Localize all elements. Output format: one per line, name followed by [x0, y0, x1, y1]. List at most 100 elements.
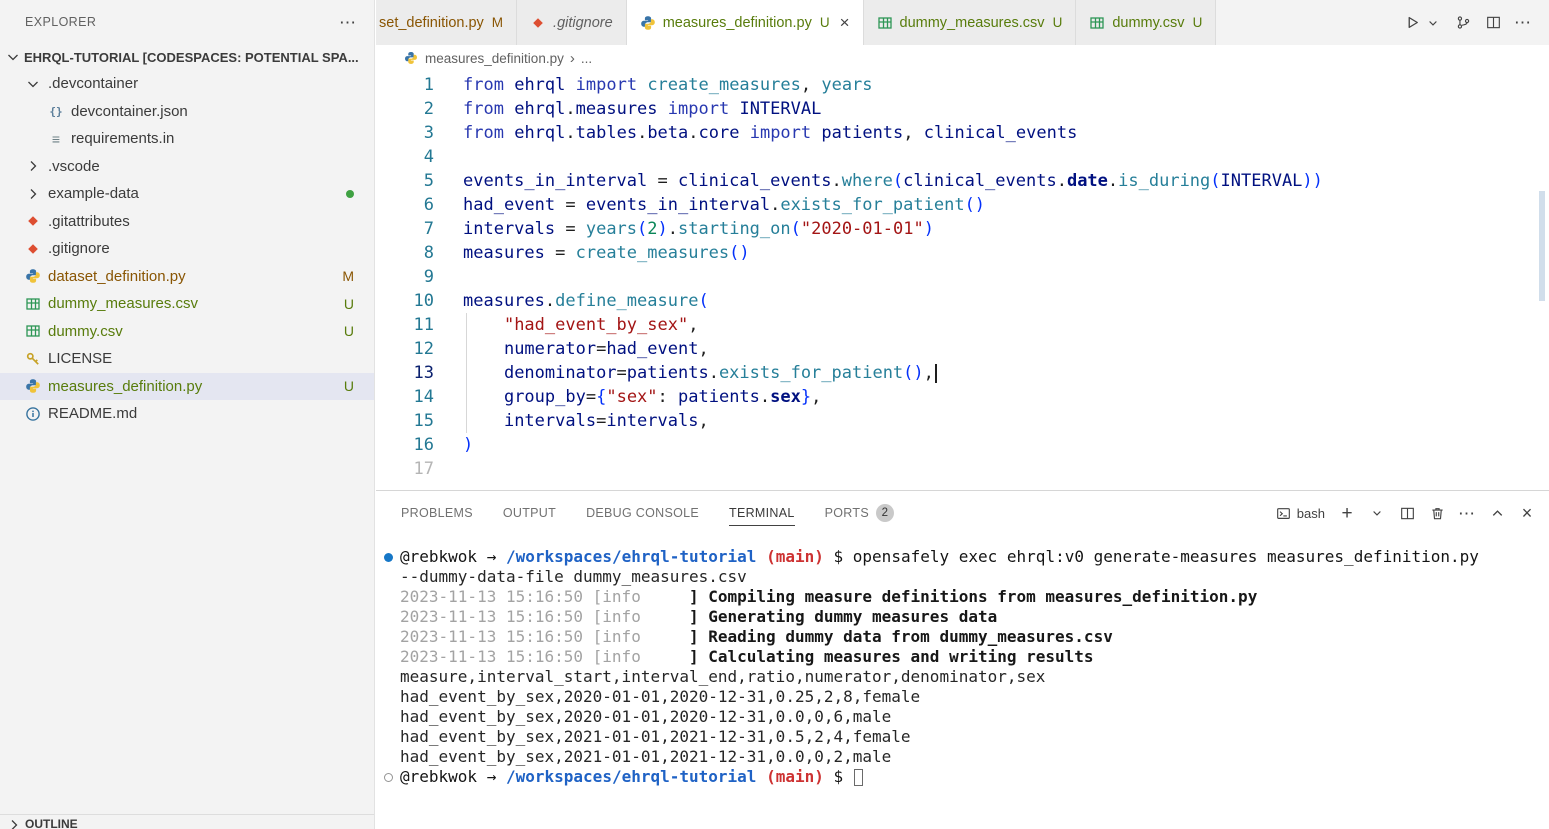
line-number: 11 — [376, 313, 434, 337]
breadcrumb[interactable]: measures_definition.py › ... — [376, 45, 1549, 71]
python-icon — [25, 378, 41, 394]
log-meta: 2023-11-13 15:16:50 [info — [400, 627, 689, 646]
tree-decorations: U — [344, 378, 354, 394]
code-token — [504, 99, 514, 119]
line-number: 2 — [376, 97, 434, 121]
explorer-more-actions-icon[interactable]: ⋯ — [340, 14, 356, 30]
tree-item-dummy-csv[interactable]: dummy.csvU — [0, 318, 374, 346]
code-line-1[interactable]: from ehrql import create_measures, years — [463, 73, 1529, 97]
editor-group: set_definition.pyM.gitignoremeasures_def… — [376, 0, 1549, 829]
split-terminal-button[interactable] — [1399, 505, 1415, 521]
maximize-panel-button[interactable] — [1489, 505, 1505, 521]
code-token: clinical_events — [903, 171, 1057, 191]
panel-tab-debug-console[interactable]: DEBUG CONSOLE — [586, 491, 699, 535]
tree-item-devcontainer-json[interactable]: {}devcontainer.json — [0, 98, 374, 126]
tab-set-definition-py[interactable]: set_definition.pyM — [376, 0, 517, 45]
code-token: "2020-01-01" — [801, 219, 924, 239]
more-actions-button[interactable]: ⋯ — [1515, 15, 1531, 31]
tab-measures-definition-py[interactable]: measures_definition.pyU× — [627, 0, 864, 45]
code-token: ehrql — [514, 99, 565, 119]
explorer-sidebar: EXPLORER ⋯ EHRQL-TUTORIAL [CODESPACES: P… — [0, 0, 375, 829]
breadcrumb-symbol[interactable]: ... — [581, 51, 592, 66]
prompt-arrow: → — [487, 547, 497, 566]
breadcrumb-file[interactable]: measures_definition.py — [425, 51, 564, 66]
tab-gitignore[interactable]: .gitignore — [517, 0, 627, 45]
terminal-text: 2023-11-13 15:16:50 [info ] Generating d… — [400, 607, 997, 627]
tree-item-gitattributes[interactable]: .gitattributes — [0, 208, 374, 236]
split-icon — [1399, 505, 1415, 521]
chevron-up-icon — [1489, 505, 1505, 521]
code-line-13[interactable]: denominator=patients.exists_for_patient(… — [463, 361, 1529, 385]
tree-item-requirements-in[interactable]: ≡requirements.in — [0, 125, 374, 153]
run-options-dropdown[interactable] — [1425, 15, 1441, 31]
code-line-15[interactable]: intervals=intervals, — [463, 409, 1529, 433]
code-token: { — [596, 387, 606, 407]
code-token: , — [698, 411, 708, 431]
panel-tab-ports[interactable]: PORTS2 — [825, 491, 894, 535]
table-icon — [25, 296, 41, 312]
code-line-5[interactable]: events_in_interval = clinical_events.whe… — [463, 169, 1529, 193]
panel-tab-problems[interactable]: PROBLEMS — [401, 491, 473, 535]
terminal-line: 2023-11-13 15:16:50 [info ] Compiling me… — [376, 587, 1549, 607]
tab-dummy-measures-csv[interactable]: dummy_measures.csvU — [864, 0, 1077, 45]
tab-dummy-csv[interactable]: dummy.csvU — [1076, 0, 1216, 45]
code-token: sex — [770, 387, 801, 407]
terminal-text: had_event_by_sex,2020-01-01,2020-12-31,0… — [400, 687, 920, 707]
new-terminal-button[interactable]: + — [1339, 505, 1355, 521]
project-section-header[interactable]: EHRQL-TUTORIAL [CODESPACES: POTENTIAL SP… — [0, 44, 374, 70]
tree-item-dummy-measures-csv[interactable]: dummy_measures.csvU — [0, 290, 374, 318]
project-name: EHRQL-TUTORIAL [CODESPACES: POTENTIAL SP… — [24, 50, 359, 65]
code-token: , — [924, 363, 934, 383]
code-token: . — [1108, 171, 1118, 191]
code-line-8[interactable]: measures = create_measures() — [463, 241, 1529, 265]
code-line-9[interactable] — [463, 265, 1529, 289]
code-line-2[interactable]: from ehrql.measures import INTERVAL — [463, 97, 1529, 121]
tree-item-license[interactable]: LICENSE — [0, 345, 374, 373]
open-changes-button[interactable] — [1455, 15, 1471, 31]
code-token — [729, 99, 739, 119]
code-line-6[interactable]: had_event = events_in_interval.exists_fo… — [463, 193, 1529, 217]
code-line-14[interactable]: group_by={"sex": patients.sex}, — [463, 385, 1529, 409]
tree-item-dataset-definition-py[interactable]: dataset_definition.pyM — [0, 263, 374, 291]
code-line-4[interactable] — [463, 145, 1529, 169]
split-editor-button[interactable] — [1485, 15, 1501, 31]
shell-selector[interactable]: bash — [1276, 505, 1325, 521]
terminal-text-segment — [477, 767, 487, 786]
file-name: measures_definition.py — [48, 378, 202, 395]
run-python-file-button[interactable] — [1404, 15, 1420, 31]
tree-item-measures-definition-py[interactable]: measures_definition.py U — [0, 373, 374, 401]
terminal[interactable]: @rebkwok → /workspaces/ehrql-tutorial (m… — [376, 535, 1549, 829]
panel-tab-label: PROBLEMS — [401, 506, 473, 520]
code-token: had_event — [606, 339, 698, 359]
terminal-more-button[interactable]: ⋯ — [1459, 505, 1475, 521]
tree-item-gitignore[interactable]: .gitignore — [0, 235, 374, 263]
code-line-3[interactable]: from ehrql.tables.beta.core import patie… — [463, 121, 1529, 145]
code-token: = — [596, 339, 606, 359]
tree-item-readme-md[interactable]: README.md — [0, 400, 374, 428]
code-line-16[interactable]: ) — [463, 433, 1529, 457]
code-editor[interactable]: 1234567891011121314151617 from ehrql imp… — [376, 71, 1549, 490]
outline-section-header[interactable]: OUTLINE — [0, 814, 374, 829]
terminal-profile-dropdown[interactable] — [1369, 505, 1385, 521]
panel-tab-output[interactable]: OUTPUT — [503, 491, 556, 535]
tree-item-devcontainer[interactable]: .devcontainer — [0, 70, 374, 98]
line-number: 16 — [376, 433, 434, 457]
close-panel-button[interactable]: × — [1519, 505, 1535, 521]
code-line-17[interactable] — [463, 457, 1529, 481]
command-decoration — [376, 607, 400, 627]
code-token: measures — [576, 99, 658, 119]
code-line-11[interactable]: "had_event_by_sex", — [463, 313, 1529, 337]
terminal-text-segment — [824, 547, 834, 566]
panel-tab-terminal[interactable]: TERMINAL — [729, 491, 795, 535]
line-number: 1 — [376, 73, 434, 97]
code-token: numerator — [504, 339, 596, 359]
code-line-12[interactable]: numerator=had_event, — [463, 337, 1529, 361]
kill-terminal-button[interactable] — [1429, 505, 1445, 521]
tree-item-example-data[interactable]: example-data — [0, 180, 374, 208]
tree-item-vscode[interactable]: .vscode — [0, 153, 374, 181]
editor-code: from ehrql import create_measures, years… — [463, 73, 1529, 481]
code-token: ( — [1210, 171, 1220, 191]
code-line-10[interactable]: measures.define_measure( — [463, 289, 1529, 313]
code-line-7[interactable]: intervals = years(2).starting_on("2020-0… — [463, 217, 1529, 241]
close-icon[interactable]: × — [840, 13, 850, 33]
